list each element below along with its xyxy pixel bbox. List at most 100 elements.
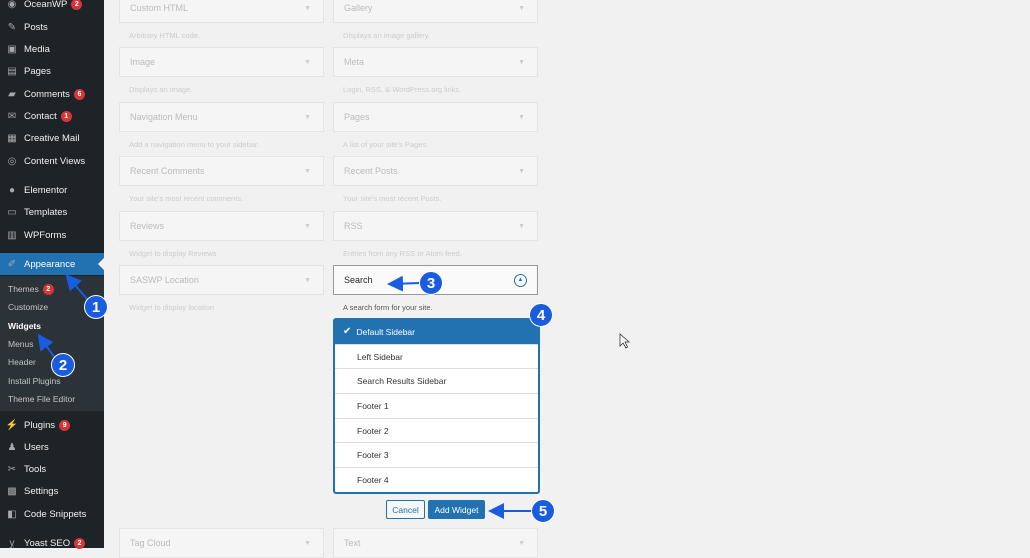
sidebar-item-label: Pages [24, 65, 51, 77]
wrench-icon: ✂ [7, 463, 17, 475]
sidebar-option[interactable]: Search Results Sidebar [335, 369, 538, 395]
sidebar-item-creative-mail[interactable]: ▦ Creative Mail [0, 127, 104, 149]
sidebar-item-tools[interactable]: ✂ Tools [0, 458, 104, 480]
widget-description: Widget to display location [129, 303, 215, 312]
comment-icon: ▰ [8, 88, 16, 100]
submenu-item-install-plugins[interactable]: Install Plugins [8, 373, 60, 389]
brush-icon: ✐ [7, 258, 17, 270]
add-widget-button[interactable]: Add Widget [428, 500, 485, 519]
widget-description: Displays an image. [129, 85, 193, 94]
widget-rss[interactable]: RSS ▼ [333, 211, 538, 241]
chevron-down-icon[interactable]: ▼ [304, 540, 311, 547]
sidebar-option[interactable]: Footer 4 [335, 468, 538, 493]
chevron-down-icon[interactable]: ▼ [518, 168, 525, 175]
sidebar-item-label: WPForms [24, 229, 67, 241]
step-marker-2: 2 [51, 353, 75, 377]
widget-saswp-location[interactable]: SASWP Location ▼ [119, 265, 324, 295]
chevron-down-icon[interactable]: ▼ [304, 223, 311, 230]
submenu-item-header[interactable]: Header [8, 354, 36, 370]
sidebar-item-label: Settings [24, 485, 59, 497]
chevron-down-icon[interactable]: ▼ [518, 223, 525, 230]
sidebar-item-comments[interactable]: ▰ Comments 6 [0, 83, 104, 105]
sidebar-item-content-views[interactable]: ◎ Content Views [0, 150, 104, 172]
chevron-down-icon[interactable]: ▼ [518, 59, 525, 66]
submenu-item-theme-file-editor[interactable]: Theme File Editor [8, 391, 75, 407]
sidebar-item-contact[interactable]: ✉ Contact 1 [0, 105, 104, 127]
sidebar-item-pages[interactable]: ▤ Pages [0, 60, 104, 82]
sidebar-item-oceanwp[interactable]: ◉ OceanWP 2 [0, 0, 104, 15]
sidebar-option[interactable]: Left Sidebar [335, 345, 538, 370]
sidebar-option[interactable]: Footer 2 [335, 419, 538, 444]
sidebar-item-label: Media [24, 43, 50, 55]
widget-description: Add a navigation menu to your sidebar. [129, 140, 260, 149]
widget-title: Search [344, 275, 373, 285]
chevron-down-icon[interactable]: ▼ [304, 114, 311, 121]
cm-icon: ▦ [7, 132, 17, 144]
pages-icon: ▤ [7, 65, 17, 77]
sidebar-item-elementor[interactable]: ● Elementor [0, 179, 104, 201]
count-badge: 2 [42, 283, 54, 295]
submenu-item-customize[interactable]: Customize [8, 299, 48, 315]
sidebar-item-posts[interactable]: ✎ Posts [0, 16, 104, 38]
chevron-down-icon[interactable]: ▼ [304, 277, 311, 284]
submenu-item-menus[interactable]: Menus [8, 336, 34, 352]
chevron-down-icon[interactable]: ▼ [518, 114, 525, 121]
chevron-down-icon[interactable]: ▼ [304, 168, 311, 175]
option-label: Left Sidebar [357, 351, 403, 362]
widget-description: Entries from any RSS or Atom feed. [343, 249, 462, 258]
widget-custom-html[interactable]: Custom HTML ▼ [119, 0, 324, 23]
chevron-down-icon[interactable]: ▼ [518, 540, 525, 547]
widget-title: Image [130, 57, 156, 67]
sidebar-chooser: ✔ Default Sidebar Left Sidebar Search Resul… [333, 318, 540, 494]
widget-pages[interactable]: Pages ▼ [333, 102, 538, 132]
widget-title: SASWP Location [130, 275, 199, 285]
widget-title: Meta [344, 57, 365, 67]
widget-description: Arbitrary HTML code. [129, 31, 200, 40]
sidebar-option[interactable]: Footer 3 [335, 443, 538, 469]
step-marker-3: 3 [419, 271, 443, 295]
widget-title: Custom HTML [130, 3, 189, 13]
chevron-down-icon[interactable]: ▼ [518, 5, 525, 12]
submenu-label: Header [8, 357, 36, 367]
widget-reviews[interactable]: Reviews ▼ [119, 211, 324, 241]
widget-gallery[interactable]: Gallery ▼ [333, 0, 538, 23]
widget-title: Recent Posts [344, 166, 398, 176]
sidebar-item-settings[interactable]: ▩ Settings [0, 480, 104, 502]
sidebar-option[interactable]: Footer 1 [335, 394, 538, 419]
step-marker-1: 1 [84, 295, 108, 319]
sidebar-item-plugins[interactable]: ⚡ Plugins 9 [0, 414, 104, 436]
chevron-down-icon[interactable]: ▼ [304, 5, 311, 12]
submenu-label: Theme File Editor [8, 394, 76, 404]
collapse-icon[interactable]: ▲ [514, 273, 527, 287]
elementor-icon: ● [8, 184, 16, 196]
widget-title: Pages [344, 112, 370, 122]
submenu-item-widgets[interactable]: Widgets [8, 318, 41, 334]
widget-text[interactable]: Text ▼ [333, 528, 538, 558]
sidebar-item-users[interactable]: ♟ Users [0, 436, 104, 458]
pin-icon: ✎ [7, 21, 17, 33]
sidebar-item-label: Posts [24, 21, 48, 33]
sidebar-option[interactable]: ✔ Default Sidebar [335, 320, 538, 345]
widget-tag-cloud[interactable]: Tag Cloud ▼ [119, 528, 324, 558]
widget-navigation-menu[interactable]: Navigation Menu ▼ [119, 102, 324, 132]
submenu-item-themes[interactable]: Themes 2 [8, 281, 54, 297]
cv-icon: ◎ [7, 155, 17, 167]
sidebar-item-label: OceanWP [24, 0, 68, 10]
step-marker-5: 5 [531, 499, 555, 523]
sidebar-item-media[interactable]: ▣ Media [0, 38, 104, 60]
count-badge: 9 [59, 419, 71, 431]
cancel-button[interactable]: Cancel [386, 500, 425, 519]
chevron-down-icon[interactable]: ▼ [304, 59, 311, 66]
settings-icon: ▩ [7, 485, 17, 497]
sidebar-item-code-snippets[interactable]: ◧ Code Snippets [0, 503, 104, 525]
sidebar-item-yoast-seo[interactable]: ỵ Yoast SEO 2 [0, 532, 104, 554]
widget-meta[interactable]: Meta ▼ [333, 47, 538, 77]
widget-image[interactable]: Image ▼ [119, 47, 324, 77]
widget-recent-posts[interactable]: Recent Posts ▼ [333, 156, 538, 186]
widget-recent-comments[interactable]: Recent Comments ▼ [119, 156, 324, 186]
count-badge: 1 [60, 110, 72, 122]
option-label: Footer 4 [357, 475, 389, 486]
sidebar-item-templates[interactable]: ▭ Templates [0, 201, 104, 223]
sidebar-item-wpforms[interactable]: ▥ WPForms [0, 224, 104, 246]
sidebar-item-appearance[interactable]: ✐ Appearance [0, 253, 104, 275]
